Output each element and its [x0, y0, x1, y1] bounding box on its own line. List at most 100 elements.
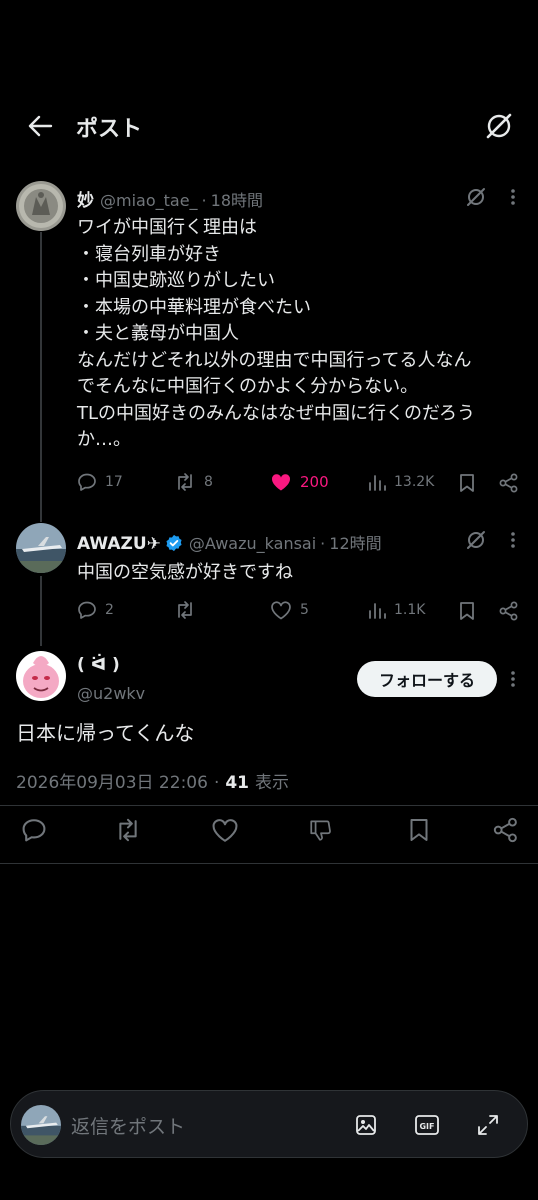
share-button[interactable]	[498, 472, 520, 494]
grok-icon	[467, 188, 485, 206]
repost-button[interactable]	[112, 814, 144, 846]
timestamp[interactable]: 18時間	[211, 187, 263, 211]
display-name[interactable]: AWAZU✈	[77, 534, 161, 554]
handle[interactable]: @u2wkv	[77, 684, 145, 703]
reply-button[interactable]: 2	[77, 600, 114, 620]
text-line: なんだけどそれ以外の理由で中国行ってる人なん	[77, 349, 472, 371]
grok-icon	[486, 113, 512, 139]
timestamp[interactable]: 12時間	[329, 530, 381, 554]
handle[interactable]: @Awazu_kansai	[189, 534, 316, 553]
expand-button[interactable]	[473, 1111, 503, 1139]
text-line: ・本場の中華料理が食べたい	[77, 296, 311, 318]
separator: ·	[213, 773, 220, 793]
share-button[interactable]	[490, 814, 522, 846]
like-icon	[271, 474, 291, 491]
tweet-header: AWAZU✈ @Awazu_kansai · 12時間	[77, 530, 382, 554]
image-icon	[356, 1115, 376, 1135]
views-button[interactable]: 1.1K	[368, 600, 425, 620]
reply-button[interactable]	[18, 814, 50, 846]
bookmark-button[interactable]	[456, 600, 478, 622]
repost-count: 8	[204, 474, 213, 490]
bookmark-button[interactable]	[456, 472, 478, 494]
gif-icon: GIF	[415, 1115, 439, 1135]
handle[interactable]: @miao_tae_	[100, 191, 198, 210]
like-icon	[212, 819, 238, 842]
bookmark-button[interactable]	[403, 814, 435, 846]
more-icon	[511, 189, 515, 205]
views-button[interactable]: 13.2K	[368, 472, 434, 492]
main-post-handle-row: @u2wkv	[71, 684, 145, 703]
grok-icon	[467, 531, 485, 549]
text-line: ・夫と義母が中国人	[77, 323, 239, 344]
more-button[interactable]	[503, 185, 523, 209]
gif-button[interactable]: GIF	[412, 1111, 442, 1139]
avatar[interactable]	[16, 651, 66, 701]
display-name[interactable]: ( ᐛ )	[77, 655, 120, 675]
reply-icon	[78, 601, 96, 619]
text-line: か…。	[77, 429, 131, 450]
bookmark-icon	[460, 602, 474, 620]
like-button[interactable]: 200	[270, 472, 329, 492]
tweet-header: 妙 @miao_tae_ · 18時間	[77, 186, 263, 211]
view-label: 表示	[255, 773, 290, 793]
back-button[interactable]	[22, 110, 58, 142]
more-button[interactable]	[503, 528, 523, 552]
display-name[interactable]: 妙	[77, 186, 94, 211]
like-icon	[271, 601, 291, 620]
text-line: ワイが中国行く理由は	[77, 217, 257, 238]
follow-button[interactable]: フォローする	[357, 661, 497, 697]
view-count: 41	[225, 773, 250, 793]
repost-button[interactable]: 8	[174, 472, 213, 492]
reply-composer[interactable]: 返信をポスト GIF	[10, 1090, 528, 1158]
grok-button[interactable]	[464, 185, 488, 209]
view-count: 13.2K	[394, 474, 435, 490]
avatar[interactable]	[16, 523, 66, 573]
grok-button[interactable]	[464, 528, 488, 552]
reply-icon	[22, 819, 46, 842]
expand-icon	[478, 1115, 498, 1135]
more-icon	[511, 671, 515, 687]
share-icon	[493, 817, 517, 843]
views-icon	[369, 603, 386, 619]
repost-icon	[119, 818, 137, 842]
repost-icon	[178, 601, 192, 619]
divider	[0, 805, 538, 806]
main-post-text: 日本に帰ってくんな	[16, 721, 195, 745]
repost-button[interactable]	[174, 600, 204, 620]
text-line: ・寝台列車が好き	[77, 243, 221, 265]
text-line: ・中国史跡巡りがしたい	[77, 270, 275, 291]
post-meta: 2026年09月03日 22:06 · 41 表示	[16, 768, 289, 793]
view-count: 1.1K	[394, 602, 426, 618]
text-line: TLの中国好きのみんなはなぜ中国に行くのだろう	[77, 402, 475, 424]
like-count: 5	[300, 602, 309, 618]
main-post-name: ( ᐛ )	[77, 655, 120, 675]
like-count: 200	[300, 473, 329, 491]
share-icon	[499, 473, 518, 493]
top-bar: ポスト	[0, 0, 538, 165]
avatar	[21, 1105, 61, 1145]
svg-text:GIF: GIF	[419, 1122, 434, 1131]
reply-button[interactable]: 17	[77, 472, 123, 492]
like-button[interactable]: 5	[270, 600, 309, 620]
separator: ·	[201, 191, 207, 210]
thread-line	[40, 232, 42, 522]
share-button[interactable]	[498, 600, 520, 622]
bookmark-icon	[410, 819, 428, 841]
downvote-button[interactable]	[305, 814, 337, 846]
divider	[0, 863, 538, 864]
downvote-icon	[310, 820, 331, 841]
repost-icon	[178, 473, 192, 491]
bookmark-icon	[460, 474, 474, 492]
more-button[interactable]	[503, 667, 523, 691]
grok-button[interactable]	[482, 109, 516, 143]
reply-count: 2	[105, 602, 114, 618]
tweet-text: 中国の空気感が好きですね	[77, 560, 293, 587]
avatar[interactable]	[16, 181, 66, 231]
image-button[interactable]	[351, 1111, 381, 1139]
post-date[interactable]: 2026年09月03日 22:06	[16, 768, 208, 793]
page-title: ポスト	[76, 117, 143, 142]
verified-badge-icon	[166, 534, 182, 552]
reply-input[interactable]: 返信をポスト	[71, 1112, 185, 1139]
like-button[interactable]	[209, 814, 241, 846]
views-icon	[369, 475, 386, 491]
